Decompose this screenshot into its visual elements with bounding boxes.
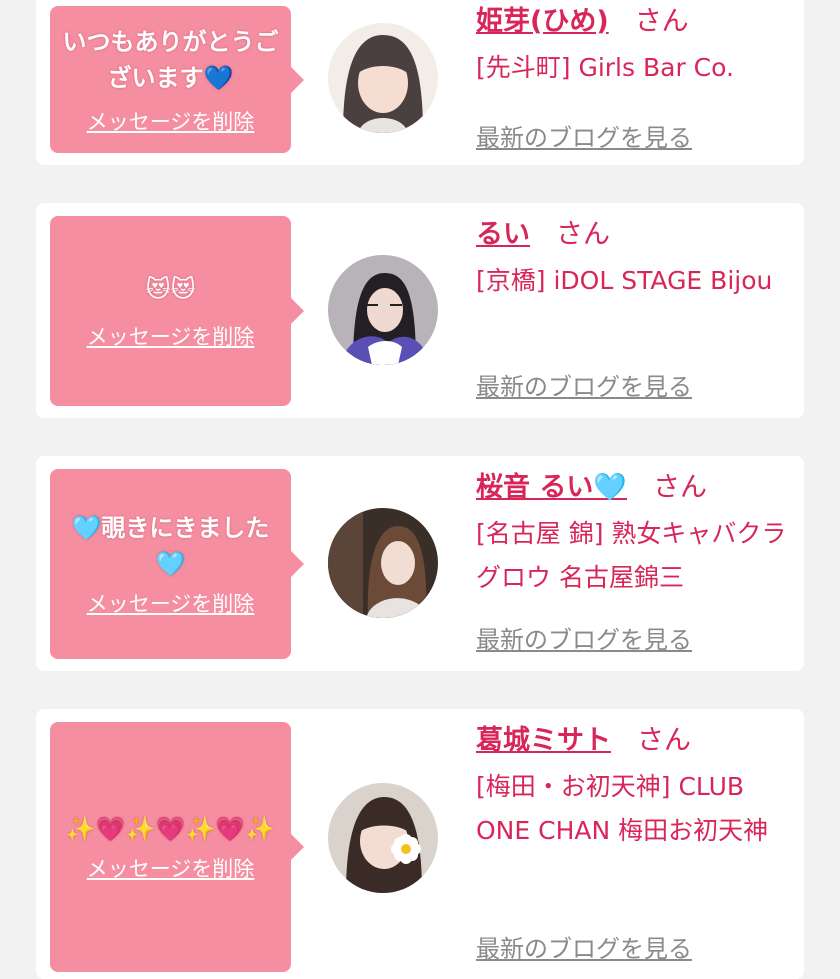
avatar[interactable]	[328, 783, 438, 893]
message-bubble: 😻😻 メッセージを削除	[50, 216, 304, 406]
cast-name-link[interactable]: 葛城ミサト	[476, 725, 611, 756]
honorific: さん	[634, 6, 689, 37]
message-card: いつもありがとうございます💙 メッセージを削除 姫芽(ひめ) さん [先斗町] G…	[36, 0, 804, 165]
message-text: 😻😻	[145, 275, 196, 303]
latest-blog-link[interactable]: 最新のブログを見る	[476, 929, 692, 964]
latest-blog-link[interactable]: 最新のブログを見る	[476, 118, 692, 153]
shop-name: [梅田・お初天神] CLUB ONE CHAN 梅田お初天神	[476, 772, 769, 845]
cast-name-link[interactable]: るい	[476, 219, 530, 250]
message-bubble: ✨💗✨💗✨💗✨ メッセージを削除	[50, 722, 304, 972]
avatar[interactable]	[328, 508, 438, 618]
message-card: ✨💗✨💗✨💗✨ メッセージを削除 葛城ミサト さん [梅田・お初天神] CLUB …	[36, 709, 804, 979]
message-card: 🩵覗きにきました🩵 メッセージを削除 桜音 るい🩵 さん [名古屋 錦] 熟女キャ…	[36, 456, 804, 671]
name-row: 桜音 るい🩵 さん	[476, 470, 792, 506]
message-text: いつもありがとうございます💙	[62, 27, 279, 92]
avatar[interactable]	[328, 255, 438, 365]
cast-name-link[interactable]: 桜音 るい🩵	[476, 472, 627, 503]
message-bubble: 🩵覗きにきました🩵 メッセージを削除	[50, 469, 304, 659]
shop-name: [先斗町] Girls Bar Co.	[476, 53, 734, 82]
honorific: さん	[556, 219, 610, 250]
avatar[interactable]	[328, 23, 438, 133]
cast-info: 桜音 るい🩵 さん [名古屋 錦] 熟女キャバクラグロウ 名古屋錦三 最新のブログ…	[476, 470, 792, 654]
name-row: 姫芽(ひめ) さん	[476, 4, 792, 40]
latest-blog-link[interactable]: 最新のブログを見る	[476, 620, 692, 655]
message-card: 😻😻 メッセージを削除 るい さん [京橋] iDOL STAGE Bijou 最…	[36, 203, 804, 418]
message-text: 🩵覗きにきました🩵	[71, 514, 270, 578]
shop-name: [名古屋 錦] 熟女キャバクラグロウ 名古屋錦三	[476, 519, 787, 592]
cast-info: 葛城ミサト さん [梅田・お初天神] CLUB ONE CHAN 梅田お初天神 最…	[476, 723, 792, 963]
delete-message-link[interactable]: メッセージを削除	[87, 321, 255, 351]
cast-info: 姫芽(ひめ) さん [先斗町] Girls Bar Co. 最新のブログを見る	[476, 4, 792, 152]
message-text: ✨💗✨💗✨💗✨	[65, 815, 276, 843]
delete-message-link[interactable]: メッセージを削除	[87, 853, 255, 883]
honorific: さん	[653, 472, 708, 503]
message-bubble: いつもありがとうございます💙 メッセージを削除	[50, 6, 304, 153]
delete-message-link[interactable]: メッセージを削除	[87, 588, 255, 618]
name-row: 葛城ミサト さん	[476, 723, 792, 759]
name-row: るい さん	[476, 217, 792, 253]
latest-blog-link[interactable]: 最新のブログを見る	[476, 367, 692, 402]
honorific: さん	[637, 725, 691, 756]
cast-info: るい さん [京橋] iDOL STAGE Bijou 最新のブログを見る	[476, 217, 792, 401]
shop-name: [京橋] iDOL STAGE Bijou	[476, 266, 773, 295]
cast-name-link[interactable]: 姫芽(ひめ)	[476, 6, 609, 37]
delete-message-link[interactable]: メッセージを削除	[87, 106, 255, 136]
